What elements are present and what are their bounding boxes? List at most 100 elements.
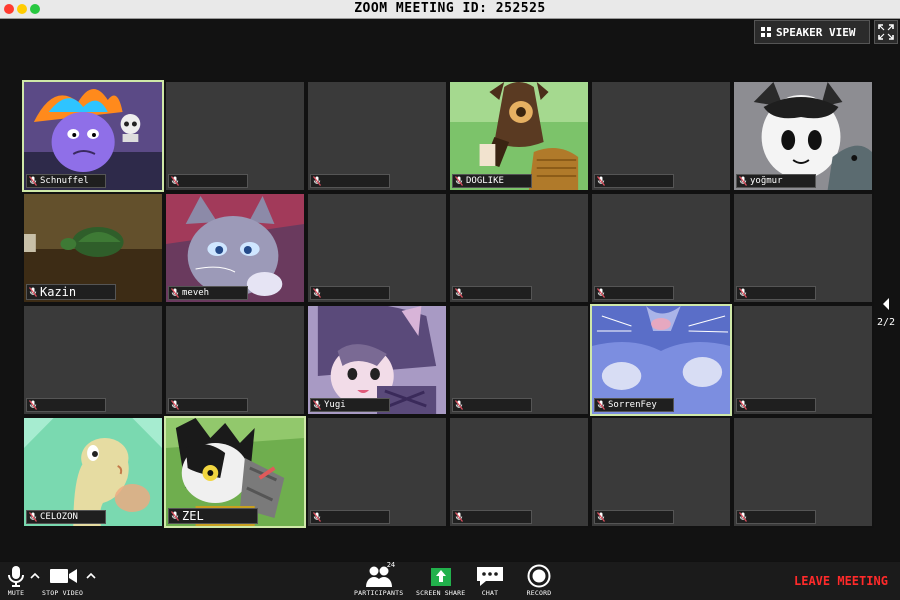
video-options-caret-icon[interactable] [86, 572, 96, 580]
participant-name: SorrenFey [608, 400, 657, 410]
participant-name-bar: Schnuffel [26, 174, 106, 188]
muted-microphone-icon [171, 288, 179, 298]
participant-tile[interactable] [590, 416, 732, 528]
participant-name-bar: meveh [168, 286, 248, 300]
muted-microphone-icon [739, 288, 747, 298]
participant-tile[interactable] [306, 416, 448, 528]
participant-name-bar [452, 398, 532, 412]
speaker-view-label: SPEAKER VIEW [776, 25, 856, 39]
gallery-pager[interactable]: 2/2 [874, 296, 898, 328]
participant-name-bar: CELOZON [26, 510, 106, 524]
screen-share-label: SCREEN SHARE [416, 589, 466, 597]
muted-microphone-icon [313, 400, 321, 410]
participant-tile[interactable] [22, 304, 164, 416]
muted-microphone-icon [597, 400, 605, 410]
mute-button[interactable]: MUTE [4, 564, 28, 597]
participant-tile[interactable]: ZEL [164, 416, 306, 528]
muted-microphone-icon [171, 511, 179, 521]
previous-page-icon[interactable] [881, 297, 891, 311]
participant-tile[interactable] [732, 416, 874, 528]
participant-name-bar: Yugi [310, 398, 390, 412]
muted-microphone-icon [455, 288, 463, 298]
speaker-view-button[interactable]: SPEAKER VIEW [754, 20, 870, 44]
participant-tile[interactable] [164, 304, 306, 416]
participant-name-bar [310, 286, 390, 300]
fullscreen-button[interactable] [874, 20, 898, 44]
participant-tile[interactable] [164, 80, 306, 192]
participants-label: PARTICIPANTS [354, 589, 404, 597]
participant-tile[interactable]: Kazin [22, 192, 164, 304]
mute-label: MUTE [7, 589, 25, 597]
participant-name-bar: yoğmur [736, 174, 816, 188]
participant-name-bar [594, 174, 674, 188]
participant-tile[interactable]: DOGLIKE [448, 80, 590, 192]
leave-meeting-button[interactable]: LEAVE MEETING [794, 574, 888, 588]
participant-tile[interactable] [448, 304, 590, 416]
muted-microphone-icon [29, 287, 37, 297]
participant-tile[interactable] [590, 80, 732, 192]
participant-name: DOGLIKE [466, 176, 504, 186]
record-icon [527, 564, 551, 588]
muted-microphone-icon [29, 512, 37, 522]
participant-name-bar [594, 286, 674, 300]
participant-name-bar [452, 510, 532, 524]
title-bar: ZOOM MEETING ID: 252525 [0, 0, 900, 19]
participant-tile[interactable] [306, 192, 448, 304]
participant-tile[interactable] [732, 304, 874, 416]
participant-name-bar [594, 510, 674, 524]
muted-microphone-icon [739, 400, 747, 410]
participant-name-bar: Kazin [26, 284, 116, 300]
muted-microphone-icon [313, 512, 321, 522]
participant-tile[interactable] [448, 192, 590, 304]
video-camera-icon [49, 569, 77, 583]
participant-name-bar [310, 174, 390, 188]
participant-name-bar: ZEL [168, 508, 258, 524]
mute-options-caret-icon[interactable] [30, 572, 40, 580]
participant-tile[interactable]: CELOZON [22, 416, 164, 528]
participant-name: ZEL [182, 509, 204, 523]
muted-microphone-icon [455, 512, 463, 522]
screen-share-button[interactable]: SCREEN SHARE [416, 564, 465, 597]
participants-button[interactable]: 24 PARTICIPANTS [354, 561, 404, 597]
video-grid: Schnuffel DOGLIKE yoğmur Kazin meveh Yugi Sorr… [22, 80, 874, 528]
record-button[interactable]: RECORD [526, 564, 552, 597]
muted-microphone-icon [455, 400, 463, 410]
participant-tile[interactable]: meveh [164, 192, 306, 304]
participant-name-bar [736, 398, 816, 412]
muted-microphone-icon [597, 176, 605, 186]
fullscreen-icon [878, 24, 894, 40]
muted-microphone-icon [739, 512, 747, 522]
muted-microphone-icon [313, 288, 321, 298]
participant-name-bar [452, 286, 532, 300]
participant-name-bar [26, 398, 106, 412]
participant-tile[interactable]: yoğmur [732, 80, 874, 192]
participant-tile[interactable] [732, 192, 874, 304]
record-label: RECORD [526, 589, 552, 597]
muted-microphone-icon [171, 400, 179, 410]
participant-name-bar [736, 286, 816, 300]
muted-microphone-icon [313, 176, 321, 186]
participant-tile[interactable]: Yugi [306, 304, 448, 416]
muted-microphone-icon [597, 288, 605, 298]
muted-microphone-icon [455, 176, 463, 186]
participant-tile[interactable] [448, 416, 590, 528]
participant-name: Kazin [40, 285, 77, 299]
participant-tile[interactable] [590, 192, 732, 304]
participant-tile[interactable] [306, 80, 448, 192]
page-indicator: 2/2 [876, 317, 896, 328]
grid-icon [761, 27, 771, 37]
participant-name: Schnuffel [40, 176, 89, 186]
participant-name-bar: DOGLIKE [452, 174, 532, 188]
chat-button[interactable]: CHAT [474, 564, 506, 597]
screen-share-icon [430, 568, 451, 586]
muted-microphone-icon [171, 176, 179, 186]
stop-video-label: STOP VIDEO [42, 589, 84, 597]
participant-name-bar [168, 174, 248, 188]
participants-count-badge: 24 [386, 561, 396, 569]
muted-microphone-icon [597, 512, 605, 522]
participant-tile[interactable]: Schnuffel [22, 80, 164, 192]
stop-video-button[interactable]: STOP VIDEO [42, 564, 83, 597]
participant-tile[interactable]: SorrenFey [590, 304, 732, 416]
muted-microphone-icon [739, 176, 747, 186]
participant-name-bar [168, 398, 248, 412]
